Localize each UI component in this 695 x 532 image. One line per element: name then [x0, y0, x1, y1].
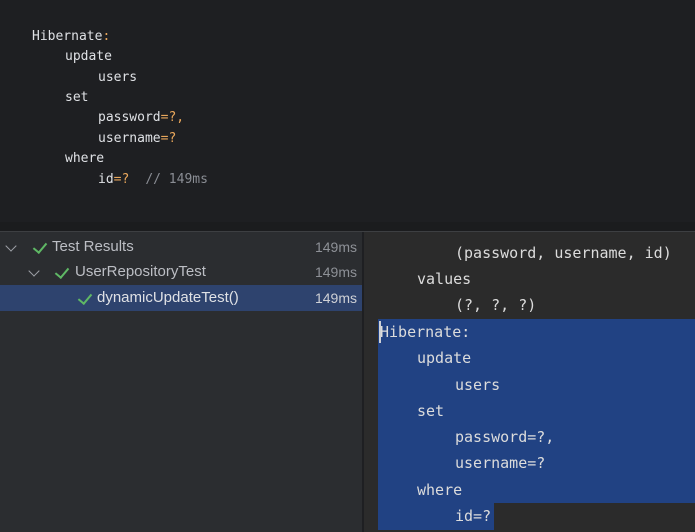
tree-label: Test Results — [52, 238, 134, 255]
text-caret — [379, 321, 381, 343]
password-param: =?, — [160, 110, 185, 125]
chevron-down-icon[interactable] — [5, 240, 17, 252]
chevron-down-icon[interactable] — [28, 265, 40, 277]
code-line-id: id=? // 149ms — [98, 170, 208, 190]
test-duration: 149ms — [314, 264, 357, 280]
console-line: (?, ?, ?) — [455, 296, 537, 314]
hibernate-label: Hibernate — [32, 29, 103, 44]
console-line: update — [417, 349, 472, 367]
id-param: =? — [113, 172, 130, 187]
tool-window-divider[interactable] — [0, 222, 695, 232]
id-column: id — [98, 172, 114, 187]
console-line: id=? — [455, 507, 492, 525]
check-icon — [54, 263, 70, 280]
username-column: username — [98, 131, 161, 146]
check-icon — [32, 238, 48, 255]
console-output[interactable]: (password, username, id) values (?, ?, ?… — [364, 232, 695, 532]
colon-operator: : — [102, 29, 111, 44]
code-line-update: update — [65, 49, 112, 64]
console-line: set — [417, 402, 445, 420]
code-line-set: set — [65, 90, 89, 105]
check-icon — [77, 289, 93, 306]
console-line: users — [455, 376, 501, 394]
code-line-hibernate: Hibernate: — [32, 27, 110, 47]
console-line: values — [417, 270, 472, 288]
code-line-table: users — [98, 70, 138, 85]
editor-code-snippet: Hibernate: update users set password=?, … — [0, 0, 695, 222]
console-line: Hibernate: — [380, 323, 471, 341]
test-duration: 149ms — [314, 239, 357, 255]
tree-row-test-method[interactable]: dynamicUpdateTest() 149ms — [0, 285, 362, 311]
password-column: password — [98, 110, 161, 125]
selection-end-gap — [494, 503, 695, 529]
code-line-password: password=?, — [98, 108, 184, 128]
code-line-username: username=? — [98, 129, 176, 149]
username-param: =? — [160, 131, 177, 146]
code-line-where: where — [65, 151, 105, 166]
test-results-tree: Test Results 149ms UserRepositoryTest 14… — [0, 232, 362, 532]
test-duration: 149ms — [314, 290, 357, 306]
tree-label: UserRepositoryTest — [75, 263, 206, 280]
tree-label: dynamicUpdateTest() — [97, 289, 239, 306]
console-line: username=? — [455, 454, 546, 472]
console-line: password=?, — [455, 428, 555, 446]
tree-row-test-class[interactable]: UserRepositoryTest 149ms — [0, 259, 362, 285]
tree-row-test-results[interactable]: Test Results 149ms — [0, 234, 362, 260]
timing-comment: // 149ms — [145, 172, 208, 187]
console-line: where — [417, 481, 463, 499]
console-line: (password, username, id) — [455, 244, 672, 262]
